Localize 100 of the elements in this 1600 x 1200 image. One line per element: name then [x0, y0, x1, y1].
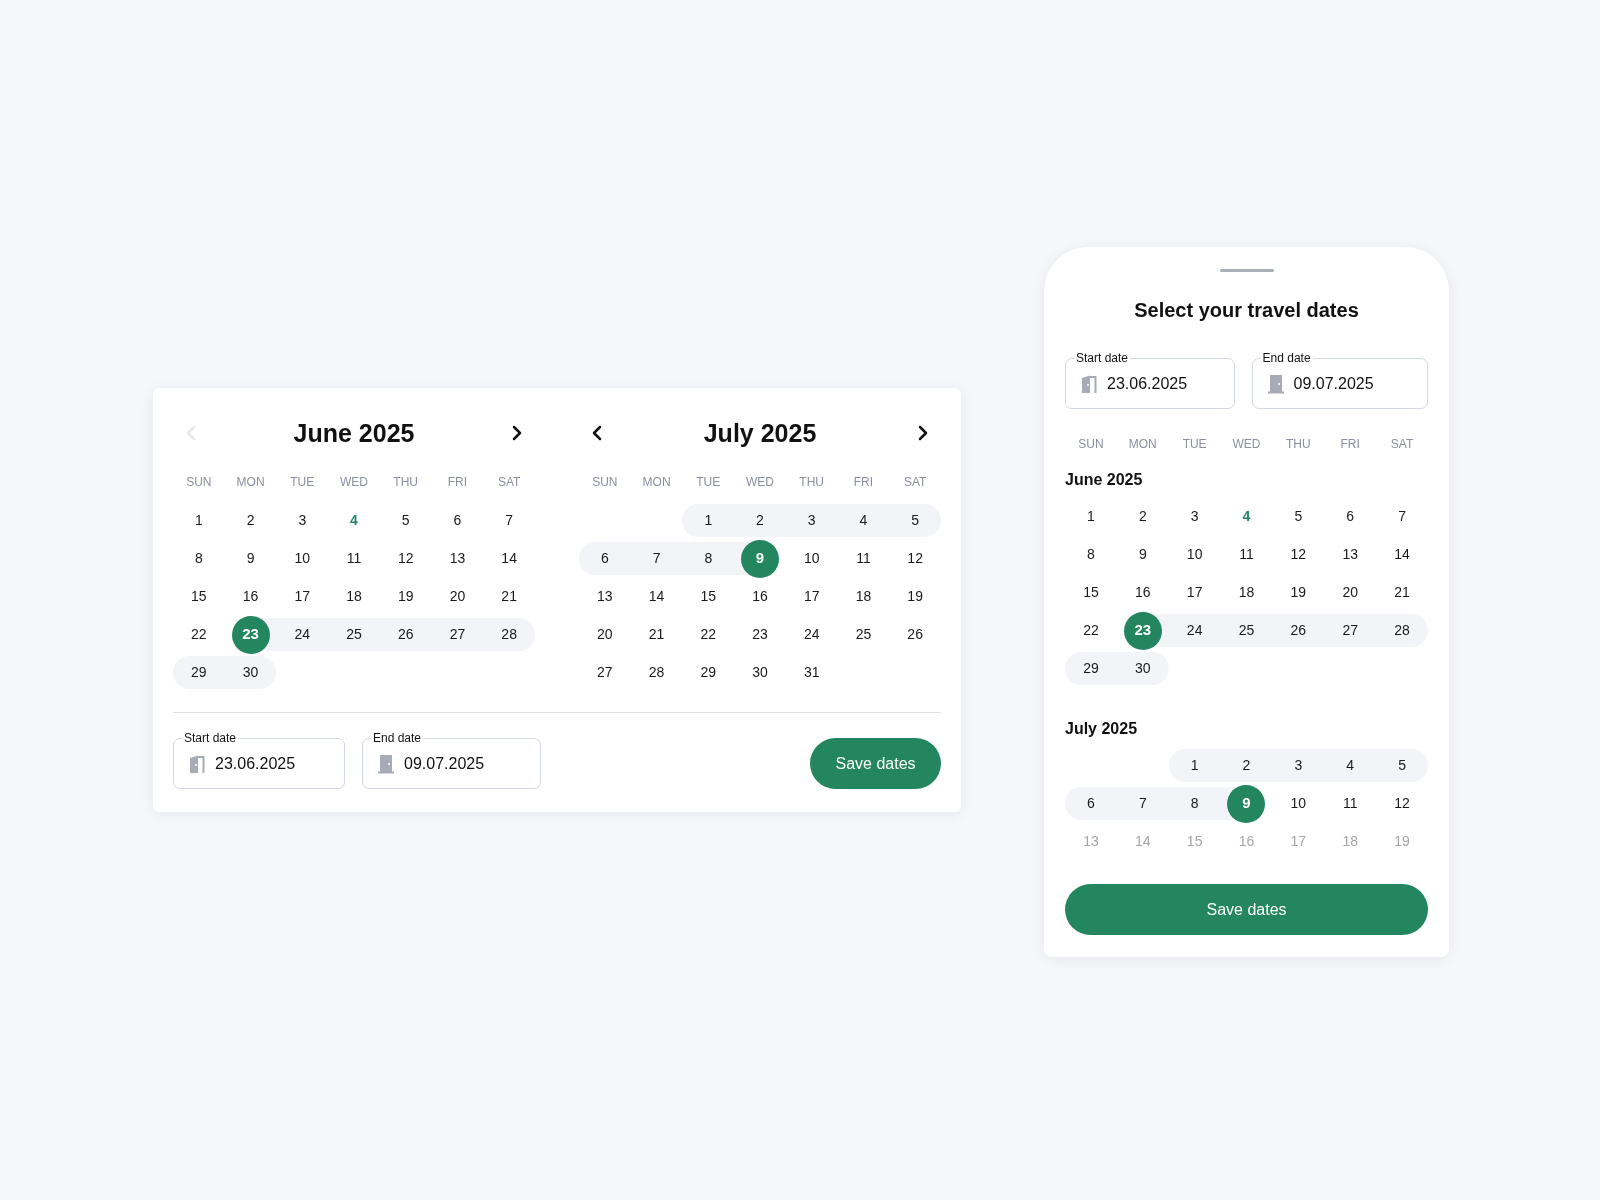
calendar-day[interactable]: 18 [328, 580, 380, 613]
calendar-day[interactable]: 27 [579, 656, 631, 689]
calendar-day[interactable]: 2 [1116, 500, 1169, 533]
calendar-day[interactable]: 21 [630, 618, 683, 651]
calendar-day[interactable]: 12 [1272, 538, 1325, 571]
calendar-day[interactable]: 5 [1376, 749, 1428, 782]
calendar-day[interactable]: 1 [1168, 749, 1221, 782]
calendar-day[interactable]: 16 [1116, 576, 1169, 609]
calendar-day[interactable]: 3 [1168, 500, 1221, 533]
calendar-day[interactable]: 20 [431, 580, 484, 613]
calendar-day[interactable]: 19 [379, 580, 432, 613]
calendar-day[interactable]: 18 [837, 580, 890, 613]
calendar-day[interactable]: 18 [1220, 576, 1273, 609]
calendar-day[interactable]: 11 [328, 542, 380, 575]
calendar-day[interactable]: 26 [889, 618, 941, 651]
calendar-day[interactable]: 29 [173, 656, 225, 689]
calendar-day[interactable]: 13 [1324, 538, 1377, 571]
selected-day[interactable]: 23 [231, 615, 270, 654]
calendar-day[interactable]: 26 [379, 618, 432, 651]
calendar-day[interactable]: 21 [1376, 576, 1428, 609]
calendar-day[interactable]: 24 [276, 618, 329, 651]
calendar-day[interactable]: 10 [785, 542, 838, 575]
calendar-day[interactable]: 21 [483, 580, 535, 613]
calendar-day[interactable]: 6 [1324, 500, 1377, 533]
calendar-day[interactable]: 11 [1220, 538, 1273, 571]
calendar-day[interactable]: 29 [682, 656, 735, 689]
save-dates-button[interactable]: Save dates [1065, 884, 1428, 935]
calendar-day[interactable]: 22 [682, 618, 735, 651]
calendar-day[interactable]: 1 [1065, 500, 1117, 533]
calendar-day[interactable]: 8 [173, 542, 225, 575]
calendar-day[interactable]: 11 [837, 542, 890, 575]
calendar-day[interactable]: 25 [1220, 614, 1273, 647]
drag-handle[interactable] [1219, 269, 1274, 272]
calendar-day[interactable]: 23 [734, 618, 786, 651]
calendar-day[interactable]: 3 [1272, 749, 1325, 782]
calendar-day[interactable]: 30 [1116, 652, 1169, 685]
calendar-day[interactable]: 14 [483, 542, 535, 575]
calendar-day[interactable]: 8 [1168, 787, 1221, 820]
calendar-day[interactable]: 28 [1376, 614, 1428, 647]
calendar-day[interactable]: 28 [483, 618, 535, 651]
selected-day[interactable]: 23 [1123, 611, 1162, 650]
calendar-day[interactable]: 17 [785, 580, 838, 613]
calendar-day[interactable]: 12 [379, 542, 432, 575]
calendar-day[interactable]: 27 [431, 618, 484, 651]
calendar-day[interactable]: 20 [579, 618, 631, 651]
calendar-day[interactable]: 4 [1324, 749, 1377, 782]
selected-day[interactable]: 9 [741, 539, 779, 578]
calendar-day[interactable]: 28 [630, 656, 683, 689]
calendar-day[interactable]: 14 [1376, 538, 1428, 571]
calendar-day[interactable]: 10 [1168, 538, 1221, 571]
calendar-day[interactable]: 10 [1272, 787, 1325, 820]
calendar-day[interactable]: 15 [173, 580, 225, 613]
calendar-day[interactable]: 4 [837, 504, 890, 537]
calendar-day[interactable]: 2 [734, 504, 786, 537]
calendar-day[interactable]: 22 [173, 618, 225, 651]
calendar-day[interactable]: 3 [276, 504, 329, 537]
calendar-day[interactable]: 13 [431, 542, 484, 575]
calendar-day[interactable]: 19 [889, 580, 941, 613]
calendar-day[interactable]: 5 [1272, 500, 1325, 533]
calendar-day[interactable]: 1 [173, 504, 225, 537]
calendar-day[interactable]: 12 [1376, 787, 1428, 820]
calendar-day[interactable]: 19 [1272, 576, 1325, 609]
calendar-day[interactable]: 8 [1065, 538, 1117, 571]
calendar-day[interactable]: 25 [837, 618, 890, 651]
calendar-day[interactable]: 26 [1272, 614, 1325, 647]
selected-day[interactable]: 9 [1227, 784, 1266, 823]
calendar-day[interactable]: 15 [682, 580, 735, 613]
calendar-day[interactable]: 2 [224, 504, 277, 537]
calendar-day[interactable]: 30 [224, 656, 277, 689]
calendar-day[interactable]: 7 [630, 542, 683, 575]
calendar-day[interactable]: 4 [1220, 500, 1273, 533]
save-dates-button[interactable]: Save dates [810, 738, 941, 789]
calendar-day[interactable]: 6 [431, 504, 484, 537]
calendar-day[interactable]: 17 [1168, 576, 1221, 609]
calendar-day[interactable]: 10 [276, 542, 329, 575]
calendar-day[interactable]: 31 [785, 656, 838, 689]
calendar-day[interactable]: 8 [682, 542, 735, 575]
calendar-day[interactable]: 16 [734, 580, 786, 613]
calendar-day[interactable]: 12 [889, 542, 941, 575]
calendar-day[interactable]: 27 [1324, 614, 1377, 647]
calendar-day[interactable]: 11 [1324, 787, 1377, 820]
calendar-day[interactable]: 24 [1168, 614, 1221, 647]
calendar-day[interactable]: 29 [1065, 652, 1117, 685]
calendar-day[interactable]: 22 [1065, 614, 1117, 647]
calendar-day[interactable]: 9 [1116, 538, 1169, 571]
calendar-day[interactable]: 30 [734, 656, 786, 689]
calendar-day[interactable]: 7 [1116, 787, 1169, 820]
calendar-day[interactable]: 9 [224, 542, 277, 575]
calendar-day[interactable]: 7 [1376, 500, 1428, 533]
calendar-day[interactable]: 24 [785, 618, 838, 651]
calendar-day[interactable]: 6 [1065, 787, 1117, 820]
calendar-day[interactable]: 17 [276, 580, 329, 613]
calendar-day[interactable]: 3 [785, 504, 838, 537]
calendar-day[interactable]: 1 [682, 504, 735, 537]
calendar-day[interactable]: 20 [1324, 576, 1377, 609]
calendar-day[interactable]: 6 [579, 542, 631, 575]
calendar-day[interactable]: 25 [328, 618, 380, 651]
calendar-day[interactable]: 7 [483, 504, 535, 537]
calendar-day[interactable]: 5 [889, 504, 941, 537]
calendar-day[interactable]: 4 [328, 504, 380, 537]
